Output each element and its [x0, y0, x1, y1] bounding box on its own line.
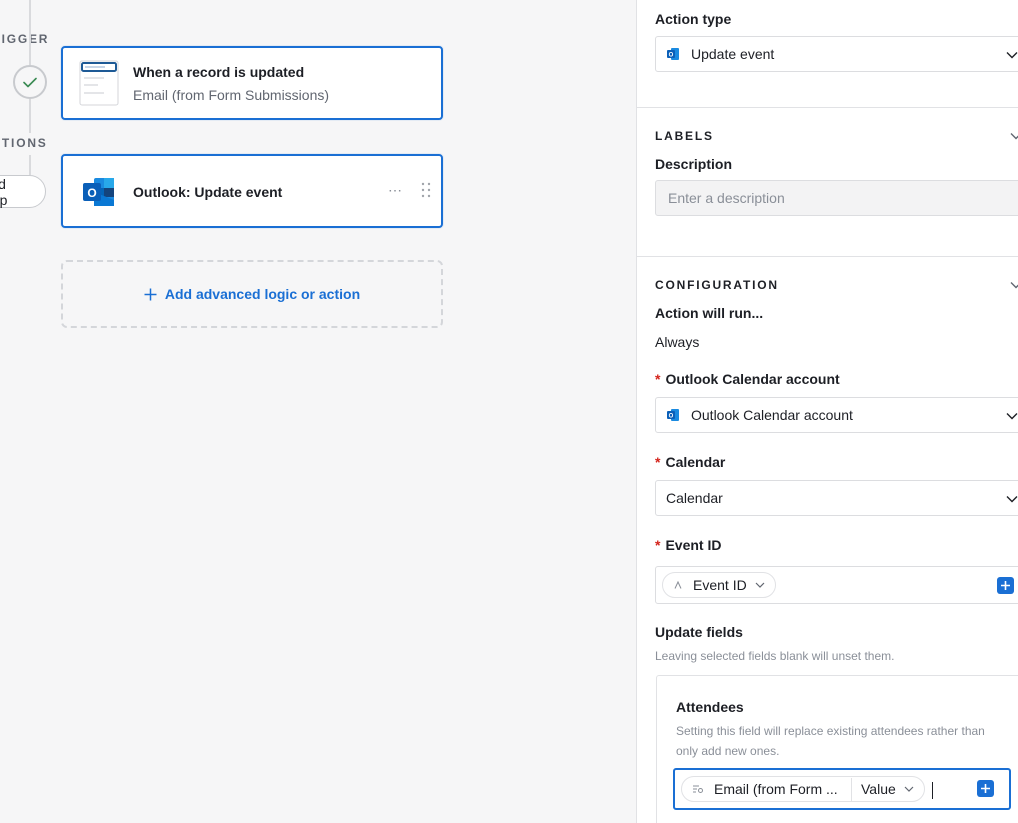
chevron-down-icon: [904, 786, 914, 792]
token-separator: [851, 778, 852, 802]
attendees-input[interactable]: Email (from Form ... Value: [673, 768, 1011, 810]
chevron-down-icon: [755, 582, 765, 588]
action-will-run-value: Always: [655, 334, 700, 350]
action-config-panel: Action type O Update event LABELS Descri…: [636, 0, 1018, 823]
labels-section-heading: LABELS: [655, 129, 714, 143]
divider: [637, 256, 1018, 257]
attendees-card: Attendees Setting this field will replac…: [656, 675, 1018, 823]
attendees-token-label: Email (from Form ...: [714, 781, 838, 797]
trigger-card-title: When a record is updated: [133, 64, 305, 80]
divider: [637, 107, 1018, 108]
trigger-status-indicator: [13, 65, 47, 99]
add-step-button[interactable]: Add step: [0, 175, 46, 208]
update-fields-label: Update fields: [655, 624, 743, 640]
event-id-label-text: Event ID: [665, 537, 722, 553]
outlook-account-value: Outlook Calendar account: [691, 407, 853, 423]
action-type-select[interactable]: O Update event: [655, 36, 1018, 72]
calendar-label: * Calendar: [655, 454, 725, 470]
required-marker: *: [655, 537, 661, 553]
actions-section-label: ACTIONS: [0, 136, 48, 150]
action-card[interactable]: O Outlook: Update event ⋯: [61, 154, 443, 228]
chevron-down-icon: [1006, 496, 1018, 503]
plus-icon: [1001, 581, 1010, 590]
automation-canvas: TRIGGER ACTIONS Add step When a record i…: [0, 0, 636, 823]
chevron-down-icon[interactable]: [1010, 281, 1018, 289]
action-will-run-label: Action will run...: [655, 305, 764, 321]
add-logic-label: Add advanced logic or action: [164, 286, 361, 302]
svg-text:O: O: [669, 53, 674, 59]
event-id-token-label: Event ID: [693, 577, 747, 593]
outlook-icon: O: [667, 48, 679, 60]
event-id-field[interactable]: Event ID: [655, 566, 1018, 604]
attendees-value-label: Value: [861, 781, 896, 797]
calendar-label-text: Calendar: [665, 454, 726, 470]
timeline-rail: [29, 155, 31, 175]
plus-icon: [144, 288, 157, 300]
outlook-icon: O: [667, 409, 679, 421]
svg-text:O: O: [669, 414, 674, 420]
trigger-card[interactable]: When a record is updated Email (from For…: [61, 46, 443, 120]
required-marker: *: [655, 371, 661, 387]
outlook-account-label: * Outlook Calendar account: [655, 371, 840, 387]
timeline-rail: [29, 0, 31, 65]
ellipsis-icon[interactable]: ⋯: [388, 182, 403, 199]
attendees-value-selector[interactable]: Value: [861, 781, 914, 797]
configuration-section-heading: CONFIGURATION: [655, 278, 779, 292]
action-type-label: Action type: [655, 11, 732, 27]
text-cursor: [932, 782, 933, 799]
attendees-hint: Setting this field will replace existing…: [676, 724, 985, 758]
chevron-down-icon[interactable]: [1010, 132, 1018, 140]
add-step-label: Add step: [0, 175, 8, 208]
outlook-account-select[interactable]: O Outlook Calendar account: [655, 397, 1018, 433]
lookup-field-icon: [693, 785, 703, 793]
text-field-icon: [674, 580, 682, 589]
timeline-rail: [29, 99, 31, 133]
trigger-card-subtitle: Email (from Form Submissions): [133, 87, 330, 103]
record-form-icon: [79, 60, 119, 106]
outlook-account-label-text: Outlook Calendar account: [665, 371, 840, 387]
action-type-value: Update event: [691, 46, 775, 62]
chevron-down-icon: [1006, 413, 1018, 420]
update-fields-hint: Leaving selected fields blank will unset…: [655, 649, 895, 663]
check-icon: [23, 77, 37, 87]
chevron-down-icon: [1006, 52, 1018, 59]
trigger-section-label: TRIGGER: [0, 32, 50, 46]
insert-field-button[interactable]: [997, 577, 1014, 594]
calendar-value: Calendar: [666, 490, 723, 506]
event-id-label: * Event ID: [655, 537, 721, 553]
plus-icon: [981, 784, 990, 793]
action-card-title: Outlook: Update event: [133, 184, 283, 200]
description-input[interactable]: Enter a description: [655, 180, 1018, 216]
insert-field-button[interactable]: [977, 780, 994, 797]
attendees-label: Attendees: [676, 699, 744, 715]
description-placeholder: Enter a description: [668, 190, 785, 206]
required-marker: *: [655, 454, 661, 470]
event-id-token[interactable]: Event ID: [662, 572, 776, 598]
calendar-select[interactable]: Calendar: [655, 480, 1018, 516]
drag-handle-icon[interactable]: [421, 182, 431, 198]
add-logic-button[interactable]: Add advanced logic or action: [61, 260, 443, 328]
description-label: Description: [655, 156, 733, 172]
outlook-icon: O: [83, 178, 114, 206]
svg-text:O: O: [87, 186, 96, 200]
